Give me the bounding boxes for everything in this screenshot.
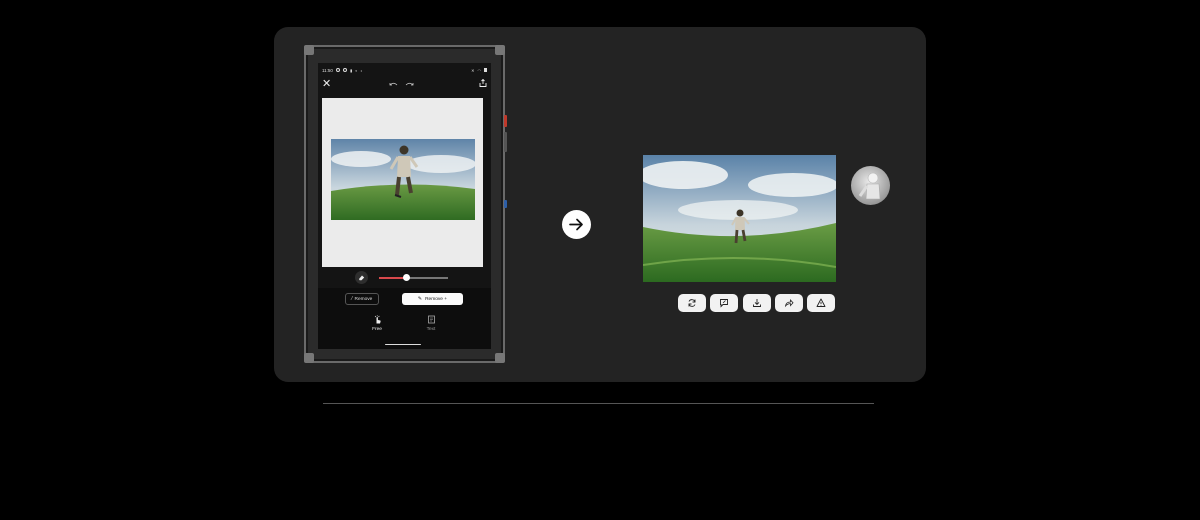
home-indicator	[385, 343, 421, 345]
share-arrow-icon	[784, 298, 794, 308]
mute-icon: ✕	[471, 67, 475, 73]
edit-canvas[interactable]	[322, 98, 483, 267]
text-document-icon	[427, 315, 435, 324]
remove-plus-label: Remove +	[425, 296, 448, 302]
eraser-icon	[359, 275, 365, 281]
mode-free-label: Free	[372, 327, 382, 332]
battery-icon	[484, 67, 487, 72]
bumper-corner	[304, 353, 314, 363]
slider-handle[interactable]	[403, 274, 411, 281]
sparkle-brush-icon: ✎	[417, 296, 423, 302]
mode-text-label: Text	[426, 327, 436, 332]
warning-icon	[816, 298, 826, 307]
wifi-icon: ◠	[477, 67, 482, 73]
undo-icon[interactable]	[389, 82, 398, 88]
photo-boy-running-small	[331, 139, 475, 220]
notification-icon: ◐	[355, 67, 358, 73]
notification-icon: •	[360, 67, 362, 73]
mode-text[interactable]: Text	[416, 315, 446, 332]
close-icon[interactable]: ✕	[322, 78, 331, 90]
export-icon[interactable]	[479, 79, 487, 87]
notification-icon	[342, 68, 347, 72]
remove-plus-button[interactable]: ✎ Remove +	[402, 293, 463, 305]
arrow-right-button	[562, 210, 591, 239]
mode-free[interactable]: Free	[362, 315, 392, 332]
chat-edit-icon	[720, 299, 728, 308]
share-button[interactable]	[775, 294, 803, 312]
assistant-avatar	[851, 166, 890, 205]
status-bar: 11:50 ▮ ◐ • ✕ ◠	[322, 66, 487, 74]
brush-controls	[318, 271, 491, 285]
eraser-button[interactable]	[355, 271, 368, 284]
editor-toolbar: ✕	[318, 78, 491, 92]
action-panel: ⁄ Remove ✎ Remove + Free Text	[318, 288, 491, 349]
notification-icon: ▮	[349, 67, 353, 73]
bumper-corner	[495, 353, 505, 363]
side-button-red	[504, 115, 507, 127]
download-button[interactable]	[743, 294, 771, 312]
magic-wand-icon: ⁄	[351, 296, 353, 302]
status-time: 11:50	[322, 67, 333, 73]
redo-icon[interactable]	[405, 82, 414, 88]
photo-boy-running-result	[643, 155, 836, 282]
side-button-volume	[504, 132, 507, 152]
remove-label: Remove	[354, 296, 373, 302]
download-icon	[753, 299, 761, 307]
bumper-corner	[304, 45, 314, 55]
tablet-device: 11:50 ▮ ◐ • ✕ ◠ ✕ ⁄ Remove ✎ Remove + Fr…	[304, 45, 507, 363]
refresh-icon	[688, 299, 696, 307]
arrow-right-icon	[569, 218, 583, 231]
feedback-button[interactable]	[710, 294, 738, 312]
report-button[interactable]	[807, 294, 835, 312]
regenerate-button[interactable]	[678, 294, 706, 312]
brush-size-slider[interactable]	[379, 274, 448, 281]
divider-line	[323, 403, 874, 404]
hand-pointer-icon	[374, 315, 381, 324]
bumper-corner	[495, 45, 505, 55]
side-button-blue	[504, 200, 507, 208]
notification-icon	[335, 68, 340, 72]
remove-button[interactable]: ⁄ Remove	[345, 293, 379, 305]
tablet-screen: 11:50 ▮ ◐ • ✕ ◠ ✕ ⁄ Remove ✎ Remove + Fr…	[318, 63, 491, 349]
